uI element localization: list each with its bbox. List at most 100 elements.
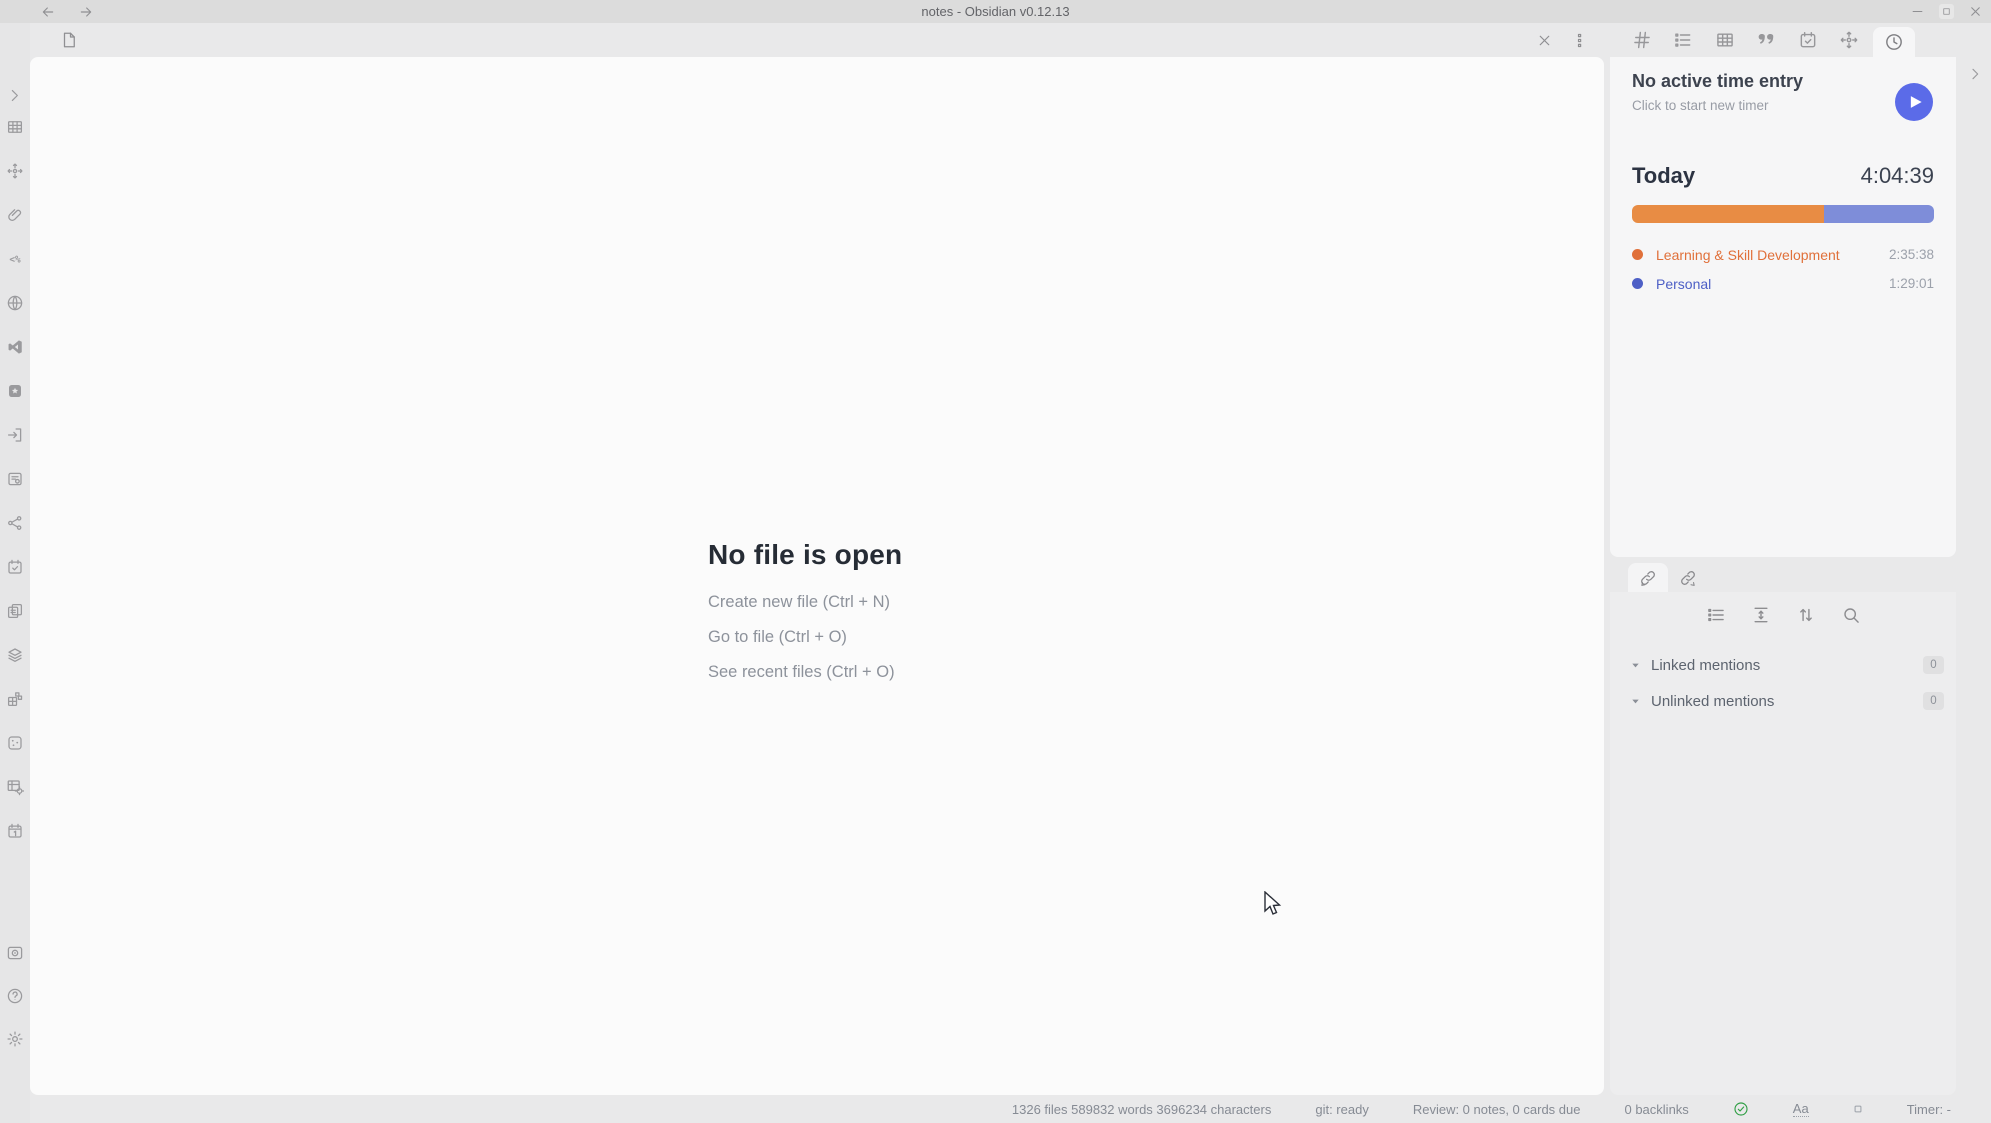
status-timer[interactable]: Timer: - xyxy=(1907,1102,1951,1117)
status-bar: 1326 files 589832 words 3696234 characte… xyxy=(0,1095,1991,1123)
caret-down-icon xyxy=(1630,696,1641,707)
status-aa-typography[interactable]: Aa xyxy=(1793,1101,1809,1117)
timer-status-hint[interactable]: Click to start new timer xyxy=(1632,98,1934,113)
collapse-right-sidebar-icon[interactable] xyxy=(1967,66,1983,82)
editor-pane: No file is open Create new file (Ctrl + … xyxy=(30,57,1604,1095)
check-circle-icon[interactable] xyxy=(1733,1101,1749,1117)
ribbon-icons-bottom xyxy=(6,944,24,1048)
table-icon[interactable] xyxy=(6,118,24,136)
entry-dot xyxy=(1632,278,1643,289)
tab-linked-mentions[interactable] xyxy=(1628,563,1668,592)
timer-pane: No active time entry Click to start new … xyxy=(1610,57,1956,557)
tab-table-icon[interactable] xyxy=(1715,30,1735,50)
tab-tags-hash-icon[interactable] xyxy=(1632,30,1652,50)
network-share-icon[interactable] xyxy=(6,514,24,532)
section-unlinked-mentions[interactable]: Unlinked mentions 0 xyxy=(1610,683,1956,719)
titlebar: notes - Obsidian v0.12.13 xyxy=(0,0,1991,23)
more-options-icon[interactable] xyxy=(1571,32,1588,49)
templater-icon[interactable]: <% xyxy=(6,250,24,268)
count-badge: 0 xyxy=(1923,692,1944,710)
graph-crosshair-icon[interactable] xyxy=(6,162,24,180)
back-icon[interactable] xyxy=(40,4,56,20)
file-icon xyxy=(60,31,78,49)
tab-citations-quote-icon[interactable] xyxy=(1756,30,1776,50)
timer-status-title: No active time entry xyxy=(1632,70,1934,92)
timer-entries: Learning & Skill Development 2:35:38 Per… xyxy=(1632,240,1934,298)
expand-vertical-icon[interactable] xyxy=(1751,605,1771,625)
help-icon[interactable] xyxy=(6,987,24,1005)
close-pane-icon[interactable] xyxy=(1536,32,1553,49)
caret-down-icon xyxy=(1630,660,1641,671)
tab-review-calendar-icon[interactable] xyxy=(1798,30,1818,50)
document-settings-icon[interactable] xyxy=(6,470,24,488)
small-square-icon[interactable] xyxy=(1853,1104,1863,1114)
ribbon-icons-top: <% xyxy=(6,118,24,840)
table-gear-icon[interactable] xyxy=(6,778,24,796)
close-window-icon[interactable] xyxy=(1968,4,1983,19)
tab-graph-crosshair-icon[interactable] xyxy=(1839,30,1859,50)
list-icon[interactable] xyxy=(1706,605,1726,625)
window-title: notes - Obsidian v0.12.13 xyxy=(0,4,1991,19)
timer-entry-personal[interactable]: Personal 1:29:01 xyxy=(1632,269,1934,298)
clock-icon xyxy=(1884,32,1904,52)
dice-icon[interactable] xyxy=(6,734,24,752)
screenshot-icon[interactable] xyxy=(6,944,24,962)
entry-label: Personal xyxy=(1656,276,1889,292)
today-progress-bar xyxy=(1632,205,1934,223)
section-label: Linked mentions xyxy=(1651,657,1923,674)
section-linked-mentions[interactable]: Linked mentions 0 xyxy=(1610,647,1956,683)
action-see-recent-files[interactable]: See recent files (Ctrl + O) xyxy=(708,663,902,682)
status-backlinks-count[interactable]: 0 backlinks xyxy=(1624,1102,1688,1117)
entry-time: 1:29:01 xyxy=(1889,276,1934,291)
start-timer-button[interactable] xyxy=(1895,83,1933,121)
editor-tab-header xyxy=(30,23,1604,57)
entry-label: Learning & Skill Development xyxy=(1656,247,1889,263)
play-icon xyxy=(1905,92,1925,112)
link-in-icon xyxy=(1639,569,1657,587)
expand-left-sidebar-icon[interactable] xyxy=(6,87,23,104)
empty-state: No file is open Create new file (Ctrl + … xyxy=(708,539,902,682)
action-create-new-file[interactable]: Create new file (Ctrl + N) xyxy=(708,593,902,612)
search-icon[interactable] xyxy=(1841,605,1861,625)
left-ribbon: <% xyxy=(0,23,30,1123)
empty-state-actions: Create new file (Ctrl + N) Go to file (C… xyxy=(708,593,902,682)
today-label: Today xyxy=(1632,163,1695,189)
timer-entry-learning[interactable]: Learning & Skill Development 2:35:38 xyxy=(1632,240,1934,269)
settings-gear-icon[interactable] xyxy=(6,1030,24,1048)
window-controls xyxy=(1910,0,1983,23)
action-go-to-file[interactable]: Go to file (Ctrl + O) xyxy=(708,628,902,647)
status-file-stats: 1326 files 589832 words 3696234 characte… xyxy=(1012,1102,1271,1117)
globe-icon[interactable] xyxy=(6,294,24,312)
progress-segment xyxy=(1824,205,1934,223)
sort-icon[interactable] xyxy=(1796,605,1816,625)
nav-arrows xyxy=(40,0,94,23)
obsidian-app: { "window": { "title": "notes - Obsidian… xyxy=(0,0,1991,1123)
today-row: Today 4:04:39 xyxy=(1632,163,1934,189)
svg-text:<%: <% xyxy=(9,254,21,265)
calendar-day-icon[interactable] xyxy=(6,822,24,840)
sticker-star-icon[interactable] xyxy=(6,382,24,400)
progress-segment xyxy=(1632,205,1824,223)
empty-state-title: No file is open xyxy=(708,539,902,571)
right-sidebar-tabs xyxy=(1610,23,1956,57)
section-label: Unlinked mentions xyxy=(1651,693,1923,710)
puzzle-blocks-icon[interactable] xyxy=(6,690,24,708)
status-review[interactable]: Review: 0 notes, 0 cards due xyxy=(1413,1102,1581,1117)
calendar-check-icon[interactable] xyxy=(6,558,24,576)
maximize-icon[interactable] xyxy=(1939,4,1954,19)
backlinks-toolbar xyxy=(1610,605,1956,625)
tab-outgoing-links[interactable] xyxy=(1668,563,1708,592)
copy-documents-icon[interactable] xyxy=(6,602,24,620)
backlinks-tabs xyxy=(1610,562,1956,592)
tab-timer-active[interactable] xyxy=(1873,27,1915,57)
tab-outline-list-icon[interactable] xyxy=(1673,30,1693,50)
status-git[interactable]: git: ready xyxy=(1315,1102,1368,1117)
forward-icon[interactable] xyxy=(78,4,94,20)
count-badge: 0 xyxy=(1923,656,1944,674)
backlinks-pane: Linked mentions 0 Unlinked mentions 0 xyxy=(1610,592,1956,1095)
vscode-icon[interactable] xyxy=(6,338,24,356)
layers-icon[interactable] xyxy=(6,646,24,664)
paperclip-icon[interactable] xyxy=(6,206,24,224)
minimize-icon[interactable] xyxy=(1910,4,1925,19)
log-in-icon[interactable] xyxy=(6,426,24,444)
